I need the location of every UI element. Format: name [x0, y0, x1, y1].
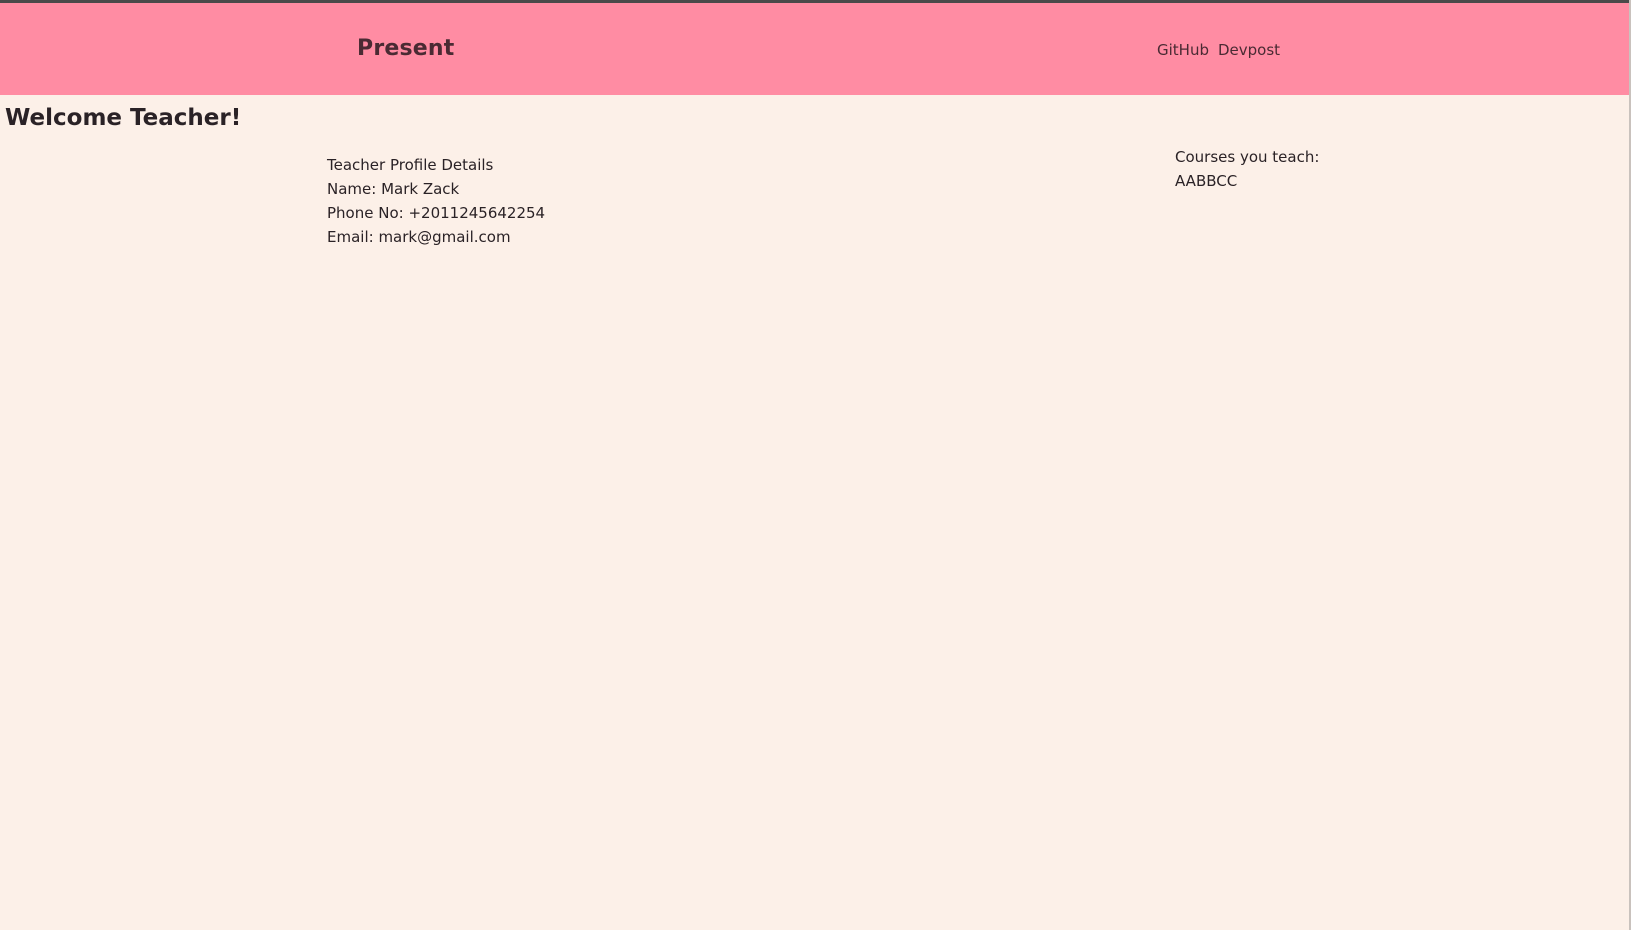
teacher-profile-details: Teacher Profile Details Name: Mark Zack …	[327, 153, 545, 249]
profile-heading: Teacher Profile Details	[327, 156, 494, 174]
profile-phone: Phone No: +2011245642254	[327, 204, 546, 222]
profile-name: Name: Mark Zack	[327, 180, 460, 198]
github-link[interactable]: GitHub	[1157, 41, 1209, 59]
course-item: AABBCC	[1175, 172, 1238, 190]
profile-email: Email: mark@gmail.com	[327, 228, 511, 246]
devpost-link[interactable]: Devpost	[1218, 41, 1280, 59]
courses-heading: Courses you teach:	[1175, 148, 1320, 166]
brand-title[interactable]: Present	[357, 36, 455, 61]
page-title: Welcome Teacher!	[5, 105, 242, 131]
nav-links: GitHub Devpost	[1157, 41, 1280, 59]
navbar: Present GitHub Devpost	[0, 3, 1629, 95]
courses-panel: Courses you teach: AABBCC	[1175, 145, 1319, 193]
